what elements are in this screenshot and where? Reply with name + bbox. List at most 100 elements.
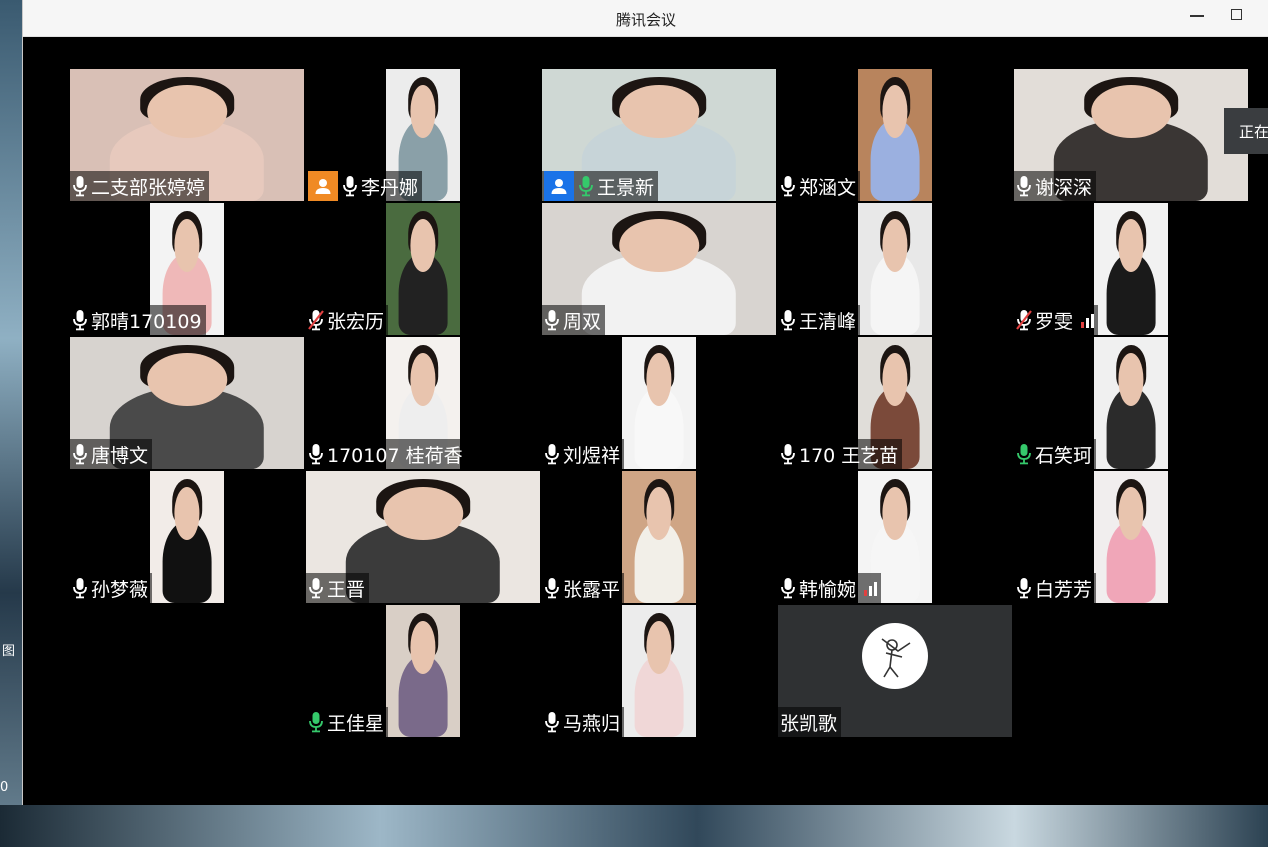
participant-tile[interactable]: 孙梦薇 — [70, 471, 304, 603]
participant-name-label: 李丹娜 — [306, 171, 423, 201]
participant-name-label: 张凯歌 — [778, 707, 842, 737]
participant-name: 张宏历 — [327, 310, 385, 333]
participant-name: 郭晴170109 — [91, 310, 202, 333]
participant-name: 周双 — [563, 310, 602, 333]
participant-video — [858, 69, 932, 201]
participant-name: 170 王艺苗 — [799, 444, 899, 467]
microphone-icon — [73, 444, 87, 465]
microphone-icon — [308, 310, 324, 331]
participant-tile[interactable]: 谢深深 — [1014, 69, 1248, 201]
participant-name-label: 王清峰 — [778, 305, 861, 335]
participant-name-label: 170107 桂荷香 — [306, 439, 467, 469]
weak-signal-icon — [1081, 312, 1095, 328]
host-badge-icon — [544, 171, 574, 201]
participant-tile[interactable]: 170107 桂荷香 — [306, 337, 540, 469]
participant-tile[interactable]: 罗雯 — [1014, 203, 1248, 335]
participant-name-label: 郑涵文 — [778, 171, 861, 201]
participant-video — [858, 203, 932, 335]
participant-name: 王晋 — [327, 578, 366, 601]
notification-toast[interactable]: 正在 — [1224, 108, 1268, 154]
maximize-button[interactable] — [1223, 4, 1251, 28]
participant-name-label: 王佳星 — [306, 707, 389, 737]
microphone-icon — [781, 176, 795, 197]
participant-name-label: 郭晴170109 — [70, 305, 206, 335]
participant-name: 二支部张婷婷 — [91, 176, 206, 199]
participant-name: 孙梦薇 — [91, 578, 149, 601]
microphone-icon — [73, 310, 87, 331]
title-bar[interactable]: 腾讯会议 — [23, 0, 1268, 37]
microphone-icon — [545, 578, 559, 599]
participant-name: 张凯歌 — [780, 712, 838, 735]
participant-tile[interactable]: 张宏历 — [306, 203, 540, 335]
microphone-icon — [73, 578, 87, 599]
participant-name-label: 王景新 — [542, 171, 659, 201]
participant-name: 170107 桂荷香 — [327, 444, 463, 467]
minimize-button[interactable] — [1183, 4, 1211, 28]
participant-tile[interactable]: 郭晴170109 — [70, 203, 304, 335]
participant-video — [1094, 471, 1168, 603]
participant-name: 李丹娜 — [361, 176, 419, 199]
participant-name: 马燕归 — [563, 712, 621, 735]
participant-tile[interactable]: 郑涵文 — [778, 69, 1012, 201]
participant-name: 郑涵文 — [799, 176, 857, 199]
participant-video — [622, 605, 696, 737]
participant-name: 谢深深 — [1035, 176, 1093, 199]
microphone-icon — [309, 712, 323, 733]
microphone-icon — [781, 444, 795, 465]
participant-tile[interactable]: 王晋 — [306, 471, 540, 603]
participant-tile[interactable]: 马燕归 — [542, 605, 776, 737]
participant-tile[interactable]: 李丹娜 — [306, 69, 540, 201]
participant-tile[interactable]: 张凯歌 — [778, 605, 1012, 737]
microphone-icon — [309, 444, 323, 465]
participant-name-label: 孙梦薇 — [70, 573, 153, 603]
participant-tile[interactable]: 张露平 — [542, 471, 776, 603]
desktop-wallpaper-left — [0, 0, 22, 847]
participant-tile[interactable]: 韩愉婉 — [778, 471, 1012, 603]
microphone-icon — [545, 712, 559, 733]
participant-tile[interactable]: 王佳星 — [306, 605, 540, 737]
participant-tile[interactable]: 白芳芳 — [1014, 471, 1248, 603]
participant-video — [1094, 203, 1168, 335]
microphone-icon — [545, 310, 559, 331]
participant-video — [1094, 337, 1168, 469]
microphone-icon — [309, 578, 323, 599]
participant-name: 罗雯 — [1035, 310, 1074, 333]
participant-name: 白芳芳 — [1035, 578, 1093, 601]
participant-name-label: 马燕归 — [542, 707, 625, 737]
participant-tile[interactable]: 唐博文 — [70, 337, 304, 469]
participant-name: 张露平 — [563, 578, 621, 601]
participant-tile[interactable]: 王清峰 — [778, 203, 1012, 335]
participant-name-label: 谢深深 — [1014, 171, 1097, 201]
microphone-icon — [1017, 176, 1031, 197]
participant-name-label: 韩愉婉 — [778, 573, 882, 603]
co-host-badge-icon — [308, 171, 338, 201]
microphone-icon — [343, 176, 357, 197]
participant-tile[interactable]: 二支部张婷婷 — [70, 69, 304, 201]
participant-name: 王佳星 — [327, 712, 385, 735]
participant-name-label: 罗雯 — [1014, 305, 1099, 335]
participant-name-label: 张露平 — [542, 573, 625, 603]
participant-name-label: 王晋 — [306, 573, 370, 603]
microphone-icon — [73, 176, 87, 197]
participant-tile[interactable]: 周双 — [542, 203, 776, 335]
participant-name: 韩愉婉 — [799, 578, 857, 601]
participant-name-label: 周双 — [542, 305, 606, 335]
participant-name: 唐博文 — [91, 444, 149, 467]
participant-name-label: 刘煜祥 — [542, 439, 625, 469]
participant-name-label: 张宏历 — [306, 305, 389, 335]
dab-figure-icon — [881, 638, 911, 678]
desktop-text-fragment: 0 — [0, 780, 9, 795]
avatar — [862, 623, 928, 689]
participant-name: 王景新 — [597, 176, 655, 199]
participant-tile[interactable]: 170 王艺苗 — [778, 337, 1012, 469]
participant-video — [386, 605, 460, 737]
participant-tile[interactable]: 石笑珂 — [1014, 337, 1248, 469]
participant-tile[interactable]: 王景新 — [542, 69, 776, 201]
microphone-icon — [1017, 578, 1031, 599]
participant-name-label: 白芳芳 — [1014, 573, 1097, 603]
participant-name-label: 170 王艺苗 — [778, 439, 903, 469]
participant-name-label: 唐博文 — [70, 439, 153, 469]
participant-tile[interactable]: 刘煜祥 — [542, 337, 776, 469]
participant-name: 石笑珂 — [1035, 444, 1093, 467]
window-title: 腾讯会议 — [615, 11, 676, 29]
